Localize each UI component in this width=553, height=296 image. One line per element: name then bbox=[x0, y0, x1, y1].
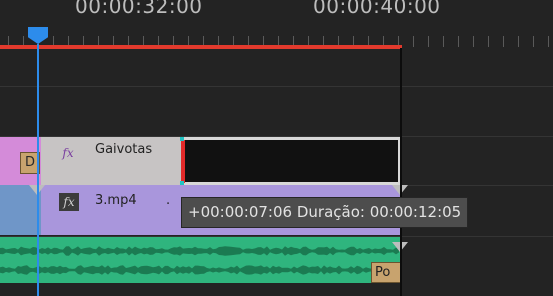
trim-region-selection[interactable] bbox=[181, 137, 401, 185]
audio-waveform bbox=[0, 246, 399, 275]
audio-transition-badge[interactable]: Po bbox=[371, 262, 401, 283]
trim-corner-marker bbox=[180, 137, 184, 141]
playhead-line[interactable] bbox=[37, 44, 39, 296]
audio-clip[interactable] bbox=[0, 237, 401, 283]
ruler-tick bbox=[413, 36, 414, 47]
track-divider bbox=[0, 86, 553, 87]
trim-edge-marker[interactable] bbox=[181, 140, 185, 183]
ruler-tick bbox=[503, 36, 504, 47]
time-ruler[interactable]: 00:00:32:00 00:00:40:00 bbox=[0, 0, 553, 48]
clip-label: 3.mp4 bbox=[95, 193, 137, 208]
ruler-tick bbox=[443, 36, 444, 47]
ruler-tick bbox=[533, 36, 534, 47]
edit-point-line bbox=[400, 48, 402, 296]
ruler-timecode-32: 00:00:32:00 bbox=[75, 0, 203, 18]
clip-label-dot: . bbox=[166, 193, 171, 208]
ruler-tick bbox=[473, 36, 474, 47]
work-area-bar[interactable] bbox=[0, 45, 402, 49]
title-clip-gaivotas[interactable]: fx Gaivotas bbox=[41, 137, 181, 185]
ruler-tick bbox=[488, 36, 489, 47]
ruler-tick bbox=[428, 36, 429, 47]
ruler-tick bbox=[548, 36, 549, 47]
ruler-tick bbox=[518, 36, 519, 47]
fx-icon[interactable]: fx bbox=[59, 193, 79, 211]
trim-duration-tooltip: +00:00:07:06 Duração: 00:00:12:05 bbox=[181, 197, 469, 228]
ruler-timecode-40: 00:00:40:00 bbox=[313, 0, 441, 18]
fx-icon[interactable]: fx bbox=[58, 144, 78, 162]
ruler-tick bbox=[458, 36, 459, 47]
clip-label: Gaivotas bbox=[95, 142, 153, 157]
